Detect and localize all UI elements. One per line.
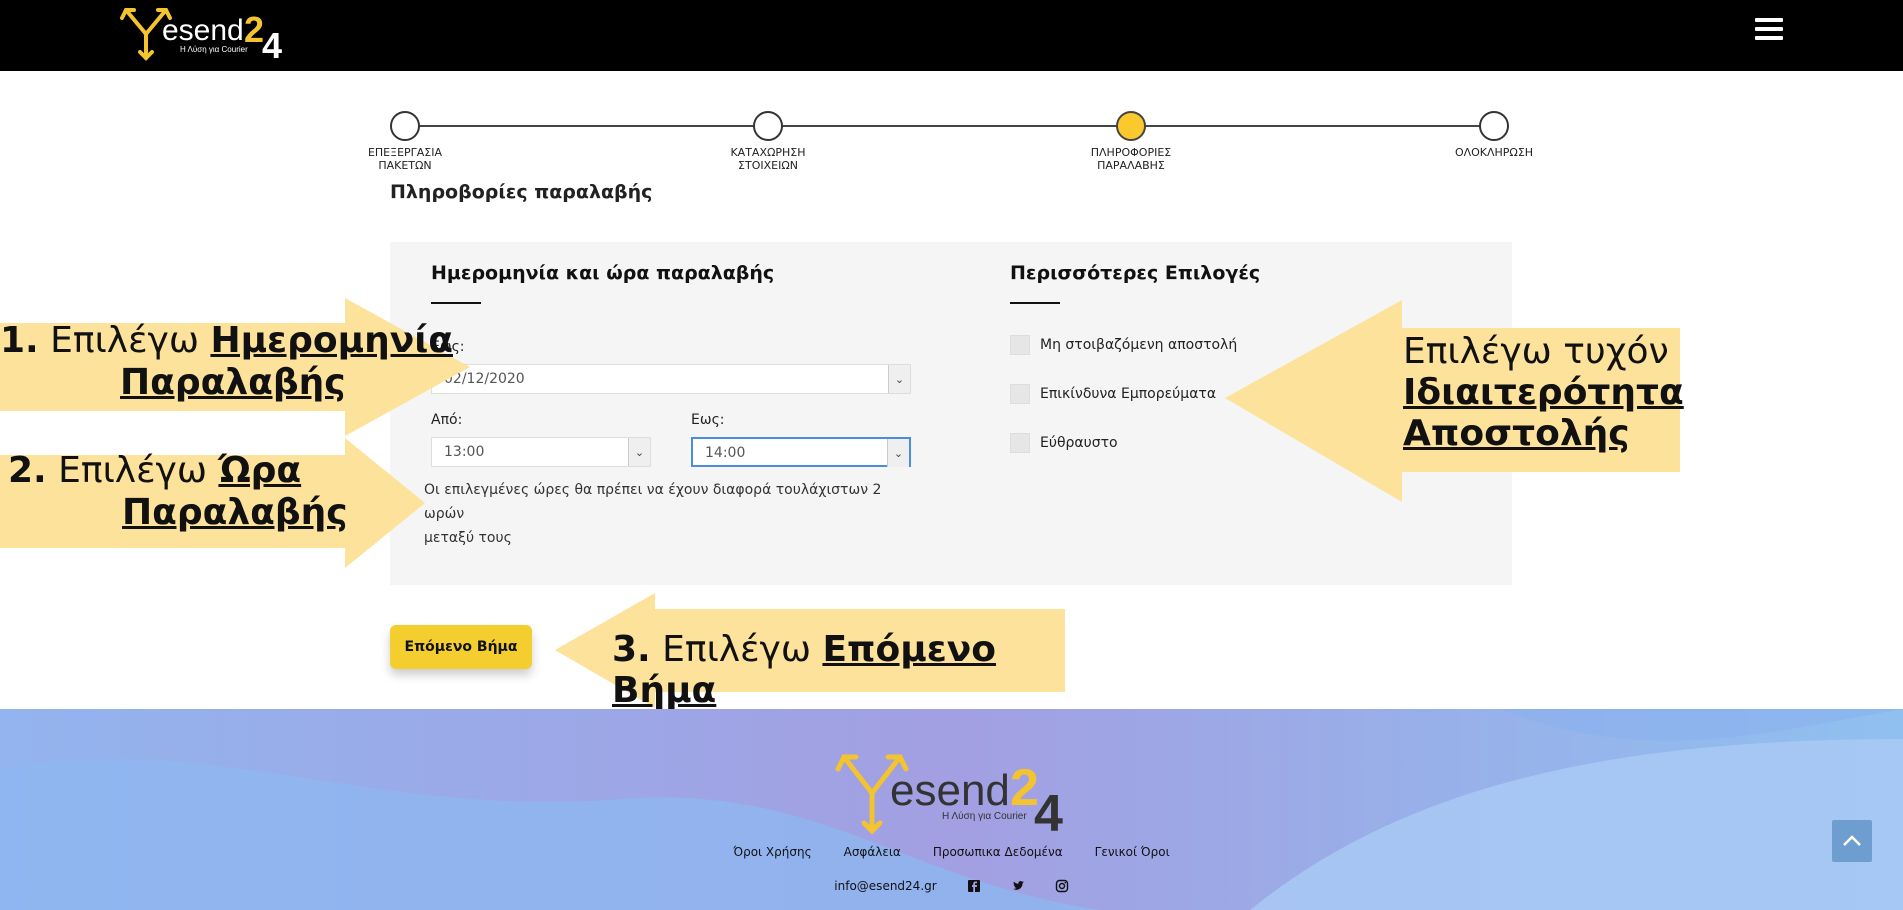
footer-link-terms-of-use[interactable]: Όροι Χρήσης — [733, 845, 811, 859]
from-time-value: 13:00 — [444, 444, 485, 460]
options-title-underline — [1010, 302, 1060, 304]
option-non-stackable[interactable]: Μη στοιβαζόμενη αποστολή — [1010, 335, 1237, 355]
annotation-1-line2: Παραλαβής — [120, 362, 346, 403]
step-label-line1: ΕΠΕΞΕΡΓΑΣΙΑ — [367, 146, 443, 159]
step-circle — [390, 111, 420, 141]
footer-logo-word: esend — [890, 766, 1010, 815]
pickup-date-select[interactable]: 02/12/2020 ⌄ — [431, 364, 911, 394]
dangerous-goods-checkbox[interactable] — [1010, 384, 1030, 404]
logo-word: esend — [162, 14, 244, 47]
chevron-down-icon[interactable]: ⌄ — [887, 439, 909, 467]
annotation-shipment-specifics: Επιλέγω τυχόν Ιδιαιτερότητα Αποστολής — [1225, 300, 1684, 502]
non-stackable-label: Μη στοιβαζόμενη αποστολή — [1040, 337, 1238, 353]
footer-logo-tagline: Η Λύση για Courier — [942, 810, 1027, 822]
site-footer: esend 2 4 Η Λύση για Courier Όροι Χρήσης… — [0, 709, 1903, 910]
annotation-1-line1: 1. Επιλέγω Ημερομηνία — [0, 320, 453, 361]
dangerous-goods-label: Επικίνδυνα Εμπορεύματα — [1040, 386, 1217, 402]
chevron-up-icon — [1843, 835, 1861, 846]
chevron-down-icon[interactable]: ⌄ — [628, 438, 650, 466]
to-time-value: 14:00 — [705, 445, 746, 461]
step-data-entry: ΚΑΤΑΧΩΡΗΣΗ ΣΤΟΙΧΕΙΩΝ — [713, 108, 823, 172]
step-label-line1: ΟΛΟΚΛΗΡΩΣΗ — [1454, 146, 1534, 159]
twitter-icon[interactable] — [1011, 879, 1025, 893]
annotation-2-line2: Παραλαβής — [122, 492, 348, 533]
annotation-next-step: 3. Επιλέγω Επόμενο Βήμα — [555, 593, 1065, 711]
svg-text:4: 4 — [262, 25, 282, 62]
annotation-4-line3: Αποστολής — [1403, 413, 1630, 454]
step-label-line2: ΠΑΡΑΛΑΒΗΣ — [1097, 159, 1165, 172]
step-circle-active — [1116, 111, 1146, 141]
next-step-button[interactable]: Επόμενο Βήμα — [390, 625, 532, 669]
annotation-3-text: 3. Επιλέγω Επόμενο Βήμα — [612, 629, 997, 711]
step-package-processing: ΕΠΕΞΕΡΓΑΣΙΑ ΠΑΚΕΤΩΝ — [350, 108, 460, 172]
step-label-line1: ΠΛΗΡΟΦΟΡΙΕΣ — [1090, 146, 1172, 159]
footer-email-link[interactable]: info@esend24.gr — [834, 879, 936, 893]
footer-contact: info@esend24.gr — [0, 879, 1903, 893]
scroll-to-top-button[interactable] — [1832, 820, 1872, 862]
annotation-2-line1: 2. Επιλέγω Ώρα — [8, 450, 302, 491]
esend24-footer-logo[interactable]: esend 2 4 Η Λύση για Courier — [832, 749, 1072, 839]
page-title: Πληροβορίες παραλαβής — [390, 181, 653, 203]
annotation-4-line1: Επιλέγω τυχόν — [1403, 331, 1669, 372]
footer-links: Όροι Χρήσης Ασφάλεια Προσωπικα Δεδομένα … — [0, 845, 1903, 859]
step-pickup-info: ΠΛΗΡΟΦΟΡΙΕΣ ΠΑΡΑΛΑΒΗΣ — [1076, 108, 1186, 172]
step-label-line1: ΚΑΤΑΧΩΡΗΣΗ — [730, 146, 806, 159]
option-fragile[interactable]: Εύθραυστο — [1010, 433, 1118, 453]
non-stackable-checkbox[interactable] — [1010, 335, 1030, 355]
to-time-label: Εως: — [691, 412, 725, 428]
step-completion: ΟΛΟΚΛΗΡΩΣΗ — [1439, 108, 1549, 159]
step-circle — [1479, 111, 1509, 141]
fragile-checkbox[interactable] — [1010, 433, 1030, 453]
chevron-down-icon[interactable]: ⌄ — [888, 365, 910, 393]
annotation-select-time: 2. Επιλέγω Ώρα Παραλαβής — [0, 438, 425, 568]
esend24-logo[interactable]: esend 2 4 Η Λύση για Courier — [118, 4, 288, 62]
stepper-line — [405, 125, 1495, 127]
pickup-section-title: Ημερομηνία και ώρα παραλαβής — [431, 262, 775, 284]
options-section-title: Περισσότερες Επιλογές — [1010, 262, 1261, 284]
fragile-label: Εύθραυστο — [1040, 435, 1118, 451]
instagram-icon[interactable] — [1055, 879, 1069, 893]
progress-stepper: ΕΠΕΞΕΡΓΑΣΙΑ ΠΑΚΕΤΩΝ ΚΑΤΑΧΩΡΗΣΗ ΣΤΟΙΧΕΙΩΝ… — [340, 108, 1560, 178]
hint-line-1: Οι επιλεγμένες ώρες θα πρέπει να έχουν δ… — [424, 482, 882, 522]
logo-tagline: Η Λύση για Courier — [180, 45, 248, 54]
annotation-select-date: 1. Επιλέγω Ημερομηνία Παραλαβής — [0, 298, 470, 438]
time-difference-hint: Οι επιλεγμένες ώρες θα πρέπει να έχουν δ… — [424, 478, 924, 550]
step-label-line2: ΣΤΟΙΧΕΙΩΝ — [738, 159, 798, 172]
site-header: esend 2 4 Η Λύση για Courier — [0, 0, 1903, 71]
footer-link-personal-data[interactable]: Προσωπικα Δεδομένα — [933, 845, 1063, 859]
footer-link-general-terms[interactable]: Γενικοί Όροι — [1095, 845, 1170, 859]
annotation-4-line2: Ιδιαιτερότητα — [1403, 372, 1684, 413]
footer-link-security[interactable]: Ασφάλεια — [844, 845, 901, 859]
svg-text:4: 4 — [1034, 785, 1063, 839]
facebook-icon[interactable] — [967, 879, 981, 893]
step-label-line2: ΠΑΚΕΤΩΝ — [378, 159, 432, 172]
step-circle — [753, 111, 783, 141]
menu-hamburger-icon[interactable] — [1755, 18, 1783, 42]
to-time-select[interactable]: 14:00 ⌄ — [691, 437, 911, 467]
option-dangerous-goods[interactable]: Επικίνδυνα Εμπορεύματα — [1010, 384, 1216, 404]
from-time-select[interactable]: 13:00 ⌄ — [431, 437, 651, 467]
hint-line-2: μεταξύ τους — [424, 530, 512, 546]
